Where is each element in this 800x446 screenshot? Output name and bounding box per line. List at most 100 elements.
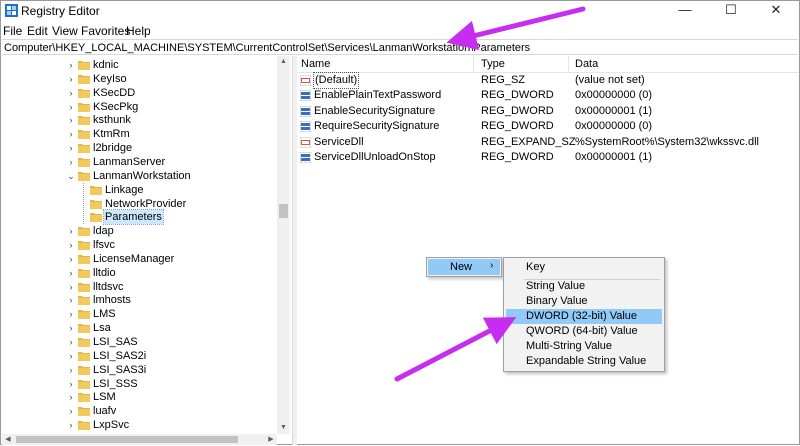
menu-item-new[interactable]: New ›: [428, 259, 500, 275]
tree-scroll-thumb[interactable]: [279, 204, 288, 218]
expand-chevron-icon[interactable]: ›: [66, 224, 76, 238]
tree-item[interactable]: Linkage: [2, 183, 277, 197]
submenu-item-label: DWORD (32-bit) Value: [526, 310, 638, 322]
close-button[interactable]: ✕: [753, 1, 799, 21]
tree-item[interactable]: › LSI_SAS3i: [2, 363, 277, 377]
address-bar[interactable]: Computer\HKEY_LOCAL_MACHINE\SYSTEM\Curre…: [2, 39, 798, 55]
expand-chevron-icon[interactable]: ›: [66, 252, 76, 266]
expand-chevron-icon[interactable]: ›: [66, 141, 76, 155]
column-header-name[interactable]: Name: [301, 58, 330, 70]
menu-edit[interactable]: Edit: [27, 24, 48, 38]
tree-item[interactable]: › luafv: [2, 404, 277, 418]
expand-chevron-icon[interactable]: ›: [66, 404, 76, 418]
submenu-item-key[interactable]: Key: [506, 260, 662, 275]
scroll-left-arrow-icon[interactable]: ◀: [2, 434, 14, 445]
folder-icon: [78, 254, 90, 264]
column-divider[interactable]: [473, 56, 474, 72]
value-row[interactable]: RequireSecuritySignature REG_DWORD 0x00000…: [297, 119, 797, 134]
submenu-item-binary-value[interactable]: Binary Value: [506, 294, 662, 309]
expand-chevron-icon[interactable]: ›: [66, 266, 76, 280]
expand-chevron-icon[interactable]: ›: [66, 390, 76, 404]
tree-item[interactable]: › LSM: [2, 390, 277, 404]
expand-chevron-icon[interactable]: ›: [66, 127, 76, 141]
tree-item-label: LSI_SAS2i: [93, 349, 147, 362]
folder-icon: [78, 421, 90, 431]
menu-file[interactable]: File: [3, 24, 22, 38]
expand-chevron-icon[interactable]: ›: [66, 307, 76, 321]
expand-chevron-icon[interactable]: ›: [66, 418, 76, 432]
column-header-data[interactable]: Data: [575, 58, 598, 70]
tree-item[interactable]: › LSI_SSS: [2, 377, 277, 391]
expand-chevron-icon[interactable]: ›: [66, 280, 76, 294]
expand-chevron-icon[interactable]: ›: [66, 363, 76, 377]
tree-vertical-scrollbar[interactable]: ▲ ▼: [277, 56, 290, 434]
tree-item[interactable]: › Lsa: [2, 321, 277, 335]
column-header-type[interactable]: Type: [481, 58, 505, 70]
expand-chevron-icon[interactable]: ›: [66, 321, 76, 335]
expand-chevron-icon[interactable]: ›: [66, 155, 76, 169]
tree-item[interactable]: › LicenseManager: [2, 252, 277, 266]
expand-chevron-icon[interactable]: ›: [66, 100, 76, 114]
menu-help[interactable]: Help: [126, 24, 151, 38]
value-row[interactable]: ServiceDll REG_EXPAND_SZ %SystemRoot%\Syst…: [297, 135, 797, 150]
tree-item[interactable]: › LMS: [2, 307, 277, 321]
binary-value-icon: [300, 121, 311, 133]
tree-item[interactable]: › KtmRm: [2, 127, 277, 141]
tree-item[interactable]: › lmhosts: [2, 293, 277, 307]
submenu-item-qword-value[interactable]: QWORD (64-bit) Value: [506, 324, 662, 339]
expand-chevron-icon[interactable]: ›: [66, 377, 76, 391]
expand-chevron-icon[interactable]: ›: [66, 72, 76, 86]
value-row[interactable]: (Default) REG_SZ (value not set): [297, 72, 797, 89]
scroll-up-arrow-icon[interactable]: ▲: [277, 56, 290, 68]
value-row[interactable]: EnableSecuritySignature REG_DWORD 0x000000…: [297, 104, 797, 119]
tree-item[interactable]: › LSI_SAS2i: [2, 349, 277, 363]
tree-horizontal-scrollbar[interactable]: ◀ ▶: [2, 434, 277, 445]
binary-value-icon: [300, 105, 311, 117]
expand-chevron-icon[interactable]: ›: [66, 58, 76, 72]
tree-guide-line: [83, 182, 84, 225]
values-list: Name Type Data (Default) REG_SZ (value not…: [297, 56, 799, 445]
tree-item[interactable]: › KSecDD: [2, 86, 277, 100]
folder-icon: [78, 393, 90, 403]
tree-item[interactable]: › lltdsvc: [2, 280, 277, 294]
chevron-right-icon: ›: [490, 260, 494, 271]
tree-item[interactable]: NetworkProvider: [2, 197, 277, 211]
tree-item[interactable]: › LanmanServer: [2, 155, 277, 169]
folder-icon: [78, 268, 90, 278]
expand-chevron-icon[interactable]: ›: [66, 238, 76, 252]
minimize-button[interactable]: —: [662, 1, 708, 21]
tree-item[interactable]: › KSecPkg: [2, 100, 277, 114]
tree-item[interactable]: › LSI_SAS: [2, 335, 277, 349]
maximize-button[interactable]: ☐: [708, 1, 754, 21]
tree-item[interactable]: › l2bridge: [2, 141, 277, 155]
value-row[interactable]: EnablePlainTextPassword REG_DWORD 0x000000…: [297, 88, 797, 103]
tree-item[interactable]: › LxpSvc: [2, 418, 277, 432]
tree-item[interactable]: › kdnic: [2, 58, 277, 72]
submenu-item-string-value[interactable]: String Value: [506, 279, 662, 294]
expand-chevron-icon[interactable]: ›: [66, 335, 76, 349]
value-name: EnablePlainTextPassword: [314, 89, 442, 102]
submenu-item-expandable-string-value[interactable]: Expandable String Value: [506, 354, 662, 369]
tree-item[interactable]: › ldap: [2, 224, 277, 238]
tree-item[interactable]: ⌄ LanmanWorkstation: [2, 169, 277, 183]
tree-item[interactable]: › lfsvc: [2, 238, 277, 252]
tree-item[interactable]: Parameters: [2, 209, 277, 226]
value-row[interactable]: ServiceDllUnloadOnStop REG_DWORD 0x0000000…: [297, 150, 797, 165]
tree-hscroll-thumb[interactable]: [16, 436, 238, 443]
menu-favorites[interactable]: Favorites: [81, 24, 130, 38]
tree-item[interactable]: › ksthunk: [2, 113, 277, 127]
scroll-down-arrow-icon[interactable]: ▼: [277, 422, 290, 434]
expand-chevron-icon[interactable]: ›: [66, 113, 76, 127]
menu-view[interactable]: View: [52, 24, 78, 38]
submenu-item-multi-string-value[interactable]: Multi-String Value: [506, 339, 662, 354]
expand-chevron-icon[interactable]: ›: [66, 86, 76, 100]
expand-chevron-icon[interactable]: ›: [66, 349, 76, 363]
expand-chevron-icon[interactable]: ›: [66, 293, 76, 307]
collapse-chevron-icon[interactable]: ⌄: [66, 169, 76, 183]
column-divider[interactable]: [568, 56, 569, 72]
tree-item[interactable]: › KeyIso: [2, 72, 277, 86]
submenu-item-dword-value[interactable]: DWORD (32-bit) Value: [506, 309, 662, 324]
tree-item[interactable]: › lltdio: [2, 266, 277, 280]
scroll-right-arrow-icon[interactable]: ▶: [265, 434, 277, 445]
tree-item-label: luafv: [93, 405, 117, 418]
